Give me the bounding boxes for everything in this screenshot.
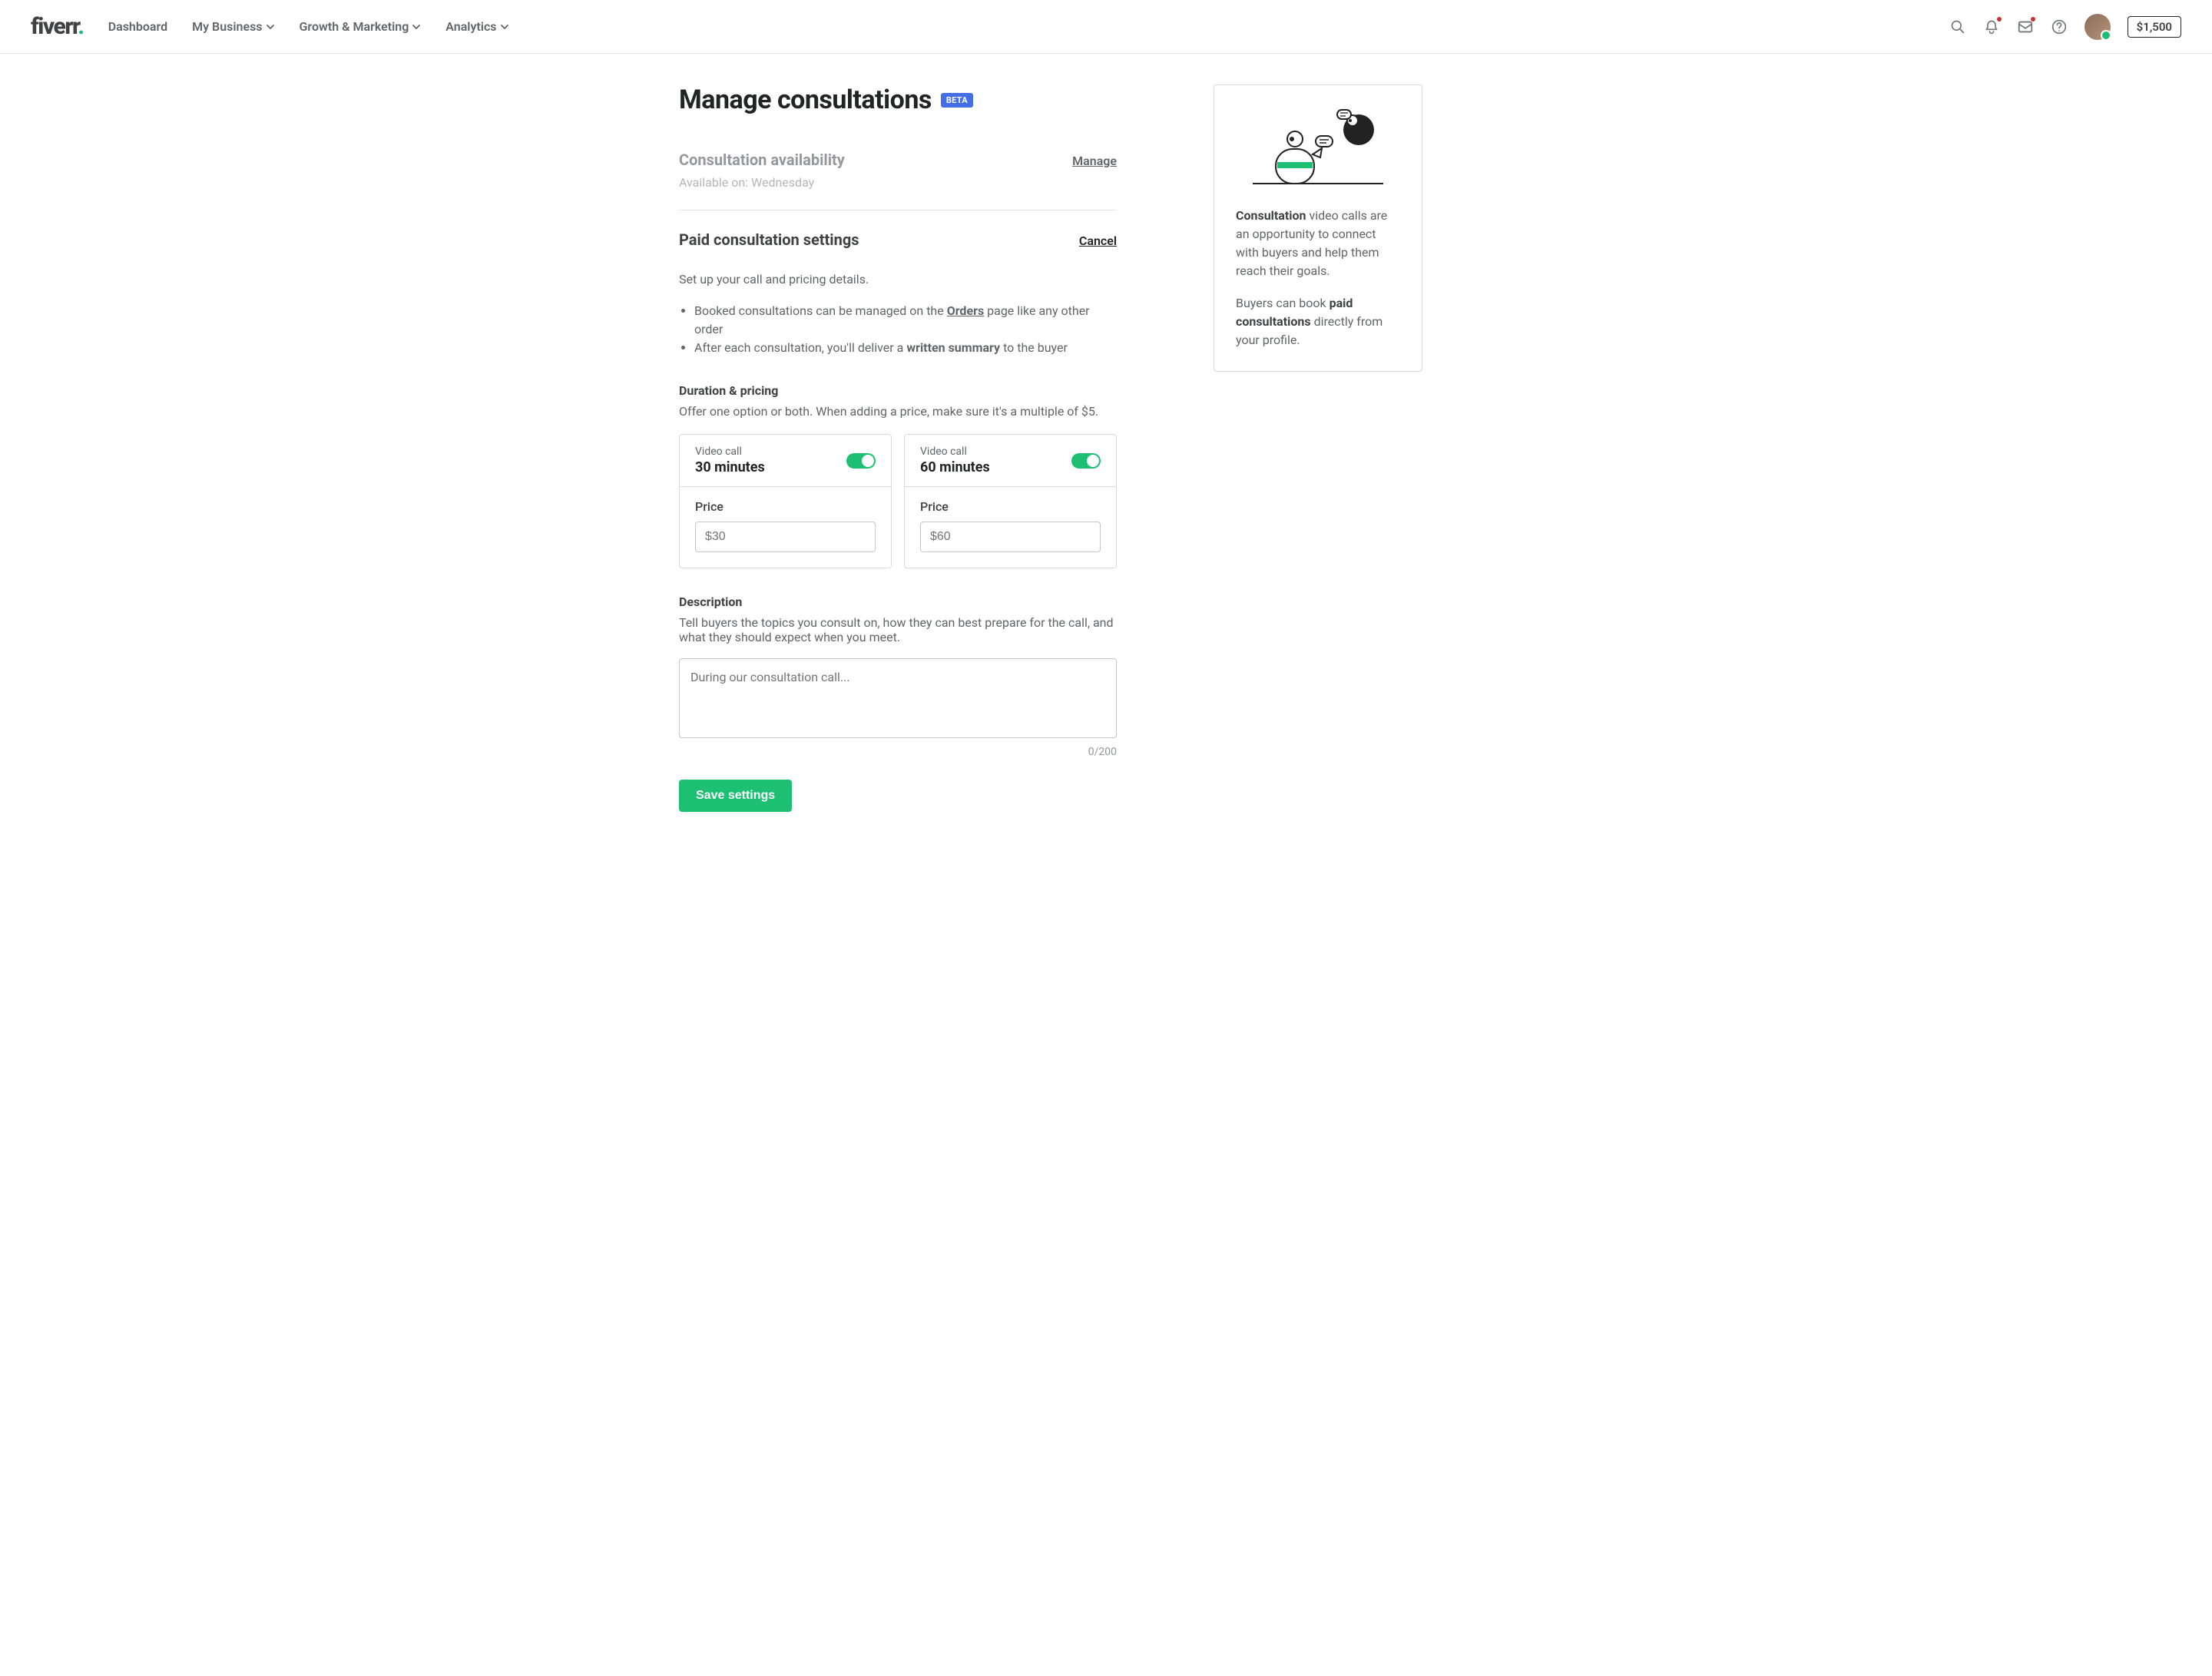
notification-dot — [2031, 17, 2035, 22]
beta-badge: BETA — [941, 93, 973, 108]
price-input-30[interactable] — [695, 522, 876, 552]
settings-section-header: Paid consultation settings Cancel — [679, 230, 1117, 249]
call-type: Video call — [920, 445, 990, 458]
description-hint: Tell buyers the topics you consult on, h… — [679, 615, 1117, 644]
card-top: Video call 60 minutes — [905, 435, 1116, 487]
cancel-link[interactable]: Cancel — [1079, 234, 1117, 248]
info-paragraph-2: Buyers can book paid consultations direc… — [1236, 294, 1400, 349]
chevron-down-icon — [266, 22, 275, 31]
duration-card-60: Video call 60 minutes Price — [904, 434, 1117, 568]
nav-analytics[interactable]: Analytics — [445, 19, 508, 34]
page-title-row: Manage consultations BETA — [679, 84, 1117, 115]
mail-icon[interactable] — [2017, 18, 2034, 35]
page-content: Manage consultations BETA Consultation a… — [679, 54, 1533, 873]
char-counter: 0/200 — [679, 746, 1117, 758]
nav-my-business-label: My Business — [192, 19, 262, 34]
duration-card-30: Video call 30 minutes Price — [679, 434, 892, 568]
availability-section-header: Consultation availability Manage — [679, 151, 1117, 169]
orders-link[interactable]: Orders — [947, 303, 984, 318]
call-duration: 30 minutes — [695, 459, 765, 475]
logo-text: fiverr — [31, 13, 78, 40]
save-button[interactable]: Save settings — [679, 780, 792, 812]
settings-heading: Paid consultation settings — [679, 230, 859, 249]
card-body: Price — [905, 487, 1116, 568]
nav-dashboard[interactable]: Dashboard — [108, 19, 167, 34]
info-card: Consultation video calls are an opportun… — [1214, 84, 1422, 372]
description-textarea[interactable] — [679, 658, 1117, 738]
bell-icon[interactable] — [1983, 18, 2000, 35]
price-label: Price — [920, 499, 1101, 514]
card-top: Video call 30 minutes — [680, 435, 891, 487]
search-icon[interactable] — [1949, 18, 1966, 35]
price-label: Price — [695, 499, 876, 514]
avatar[interactable] — [2085, 14, 2111, 40]
balance-amount: $1,500 — [2137, 20, 2172, 34]
call-type: Video call — [695, 445, 765, 458]
bullet-orders: Booked consultations can be managed on t… — [694, 302, 1117, 339]
duration-heading: Duration & pricing — [679, 383, 1117, 398]
nav-growth-marketing-label: Growth & Marketing — [300, 19, 409, 34]
price-input-60[interactable] — [920, 522, 1101, 552]
header-left: fiverr. Dashboard My Business Growth & M… — [31, 13, 509, 40]
notification-dot — [1997, 17, 2002, 22]
toggle-60[interactable] — [1071, 453, 1101, 469]
manage-availability-link[interactable]: Manage — [1072, 154, 1117, 168]
main-column: Manage consultations BETA Consultation a… — [679, 84, 1117, 812]
card-body: Price — [680, 487, 891, 568]
consultation-illustration — [1236, 107, 1400, 191]
logo[interactable]: fiverr. — [31, 13, 84, 40]
card-info: Video call 30 minutes — [695, 445, 765, 475]
call-duration: 60 minutes — [920, 459, 990, 475]
page-title: Manage consultations — [679, 84, 932, 115]
nav-dashboard-label: Dashboard — [108, 19, 167, 34]
nav-analytics-label: Analytics — [445, 19, 496, 34]
nav-growth-marketing[interactable]: Growth & Marketing — [300, 19, 422, 34]
nav-my-business[interactable]: My Business — [192, 19, 274, 34]
description-heading: Description — [679, 595, 1117, 609]
sidebar: Consultation video calls are an opportun… — [1214, 84, 1422, 812]
settings-intro: Set up your call and pricing details. — [679, 272, 1117, 287]
card-info: Video call 60 minutes — [920, 445, 990, 475]
header: fiverr. Dashboard My Business Growth & M… — [0, 0, 2212, 54]
header-right: $1,500 — [1949, 14, 2181, 40]
duration-hint: Offer one option or both. When adding a … — [679, 404, 1117, 419]
availability-status: Available on: Wednesday — [679, 175, 1117, 190]
info-paragraph-1: Consultation video calls are an opportun… — [1236, 207, 1400, 280]
bullet-summary: After each consultation, you'll deliver … — [694, 339, 1117, 357]
toggle-30[interactable] — [846, 453, 876, 469]
logo-dot: . — [78, 13, 83, 40]
chevron-down-icon — [500, 22, 509, 31]
balance[interactable]: $1,500 — [2128, 16, 2181, 38]
availability-heading: Consultation availability — [679, 151, 845, 169]
help-icon[interactable] — [2051, 18, 2068, 35]
duration-cards: Video call 30 minutes Price Video call 6… — [679, 434, 1117, 568]
main-nav: Dashboard My Business Growth & Marketing… — [108, 19, 509, 34]
chevron-down-icon — [412, 22, 421, 31]
settings-bullets: Booked consultations can be managed on t… — [679, 302, 1117, 357]
